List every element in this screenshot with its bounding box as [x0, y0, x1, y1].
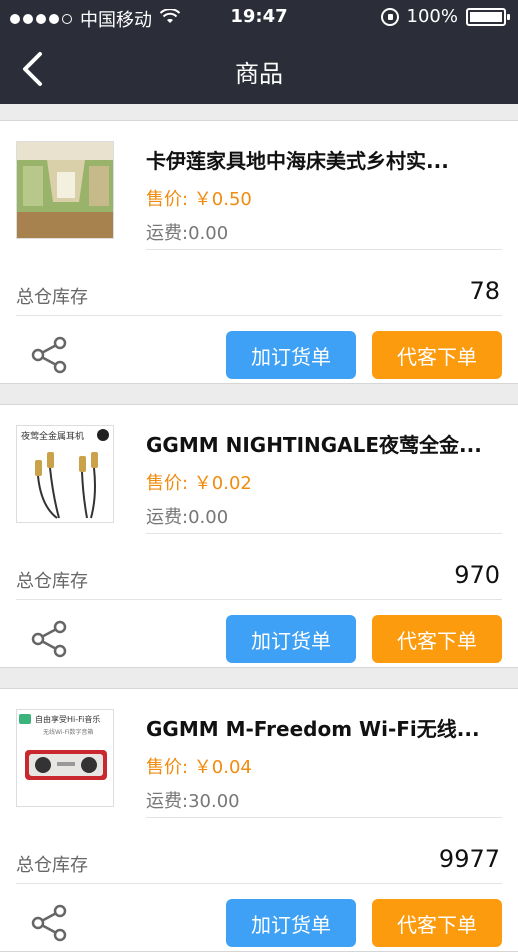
share-icon	[31, 904, 67, 942]
shipping-fee: 运费:0.00	[146, 507, 229, 528]
share-icon	[31, 336, 67, 374]
product-card[interactable]: 卡伊莲家具地中海床美式乡村实... 售价: ￥0.50 运费:0.00 总仓库存…	[0, 120, 518, 384]
stock-label: 总仓库存	[16, 571, 88, 592]
rotation-lock-icon	[380, 7, 399, 26]
stock-value: 970	[454, 561, 500, 589]
product-card[interactable]: 自由享受Hi-Fi音乐 无线Wi-Fi数字音箱 GGMM M-Freedom W…	[0, 688, 518, 952]
proxy-order-button[interactable]: 代客下单	[372, 615, 502, 663]
share-button[interactable]	[30, 903, 70, 943]
add-order-button[interactable]: 加订货单	[226, 331, 356, 379]
stock-label: 总仓库存	[16, 855, 88, 876]
divider	[146, 533, 502, 534]
product-card[interactable]: 夜莺全金属耳机 GGMM NIGHTINGALE夜莺全金... 售价: ￥0.0…	[0, 404, 518, 668]
product-price: 售价: ￥0.50	[146, 189, 252, 210]
product-image: 夜莺全金属耳机	[16, 425, 114, 523]
stock-value: 9977	[438, 845, 500, 873]
share-button[interactable]	[30, 619, 70, 659]
product-name[interactable]: 卡伊莲家具地中海床美式乡村实...	[146, 145, 496, 174]
divider	[16, 315, 502, 316]
proxy-order-button[interactable]: 代客下单	[372, 331, 502, 379]
stock-value: 78	[469, 277, 500, 305]
battery-icon	[466, 7, 510, 26]
product-price: 售价: ￥0.02	[146, 473, 252, 494]
thumb-caption: 无线Wi-Fi数字音箱	[43, 728, 93, 736]
divider	[16, 883, 502, 884]
thumb-caption: 自由享受Hi-Fi音乐	[35, 714, 100, 724]
product-name[interactable]: GGMM M-Freedom Wi-Fi无线...	[146, 713, 496, 742]
shipping-fee: 运费:0.00	[146, 223, 229, 244]
add-order-button[interactable]: 加订货单	[226, 615, 356, 663]
battery-percent: 100%	[406, 6, 458, 27]
add-order-button[interactable]: 加订货单	[226, 899, 356, 947]
proxy-order-button[interactable]: 代客下单	[372, 899, 502, 947]
product-image	[16, 141, 114, 239]
page-title: 商品	[235, 60, 283, 88]
nav-bar: 商品	[0, 34, 518, 104]
share-button[interactable]	[30, 335, 70, 375]
divider	[146, 249, 502, 250]
thumb-caption: 夜莺全金属耳机	[21, 430, 84, 442]
product-name[interactable]: GGMM NIGHTINGALE夜莺全金...	[146, 429, 496, 458]
divider	[146, 817, 502, 818]
stock-label: 总仓库存	[16, 287, 88, 308]
shipping-fee: 运费:30.00	[146, 791, 240, 812]
share-icon	[31, 620, 67, 658]
product-image: 自由享受Hi-Fi音乐 无线Wi-Fi数字音箱	[16, 709, 114, 807]
status-bar: 中国移动 19:47 100%	[0, 0, 518, 34]
product-price: 售价: ￥0.04	[146, 757, 252, 778]
divider	[16, 599, 502, 600]
